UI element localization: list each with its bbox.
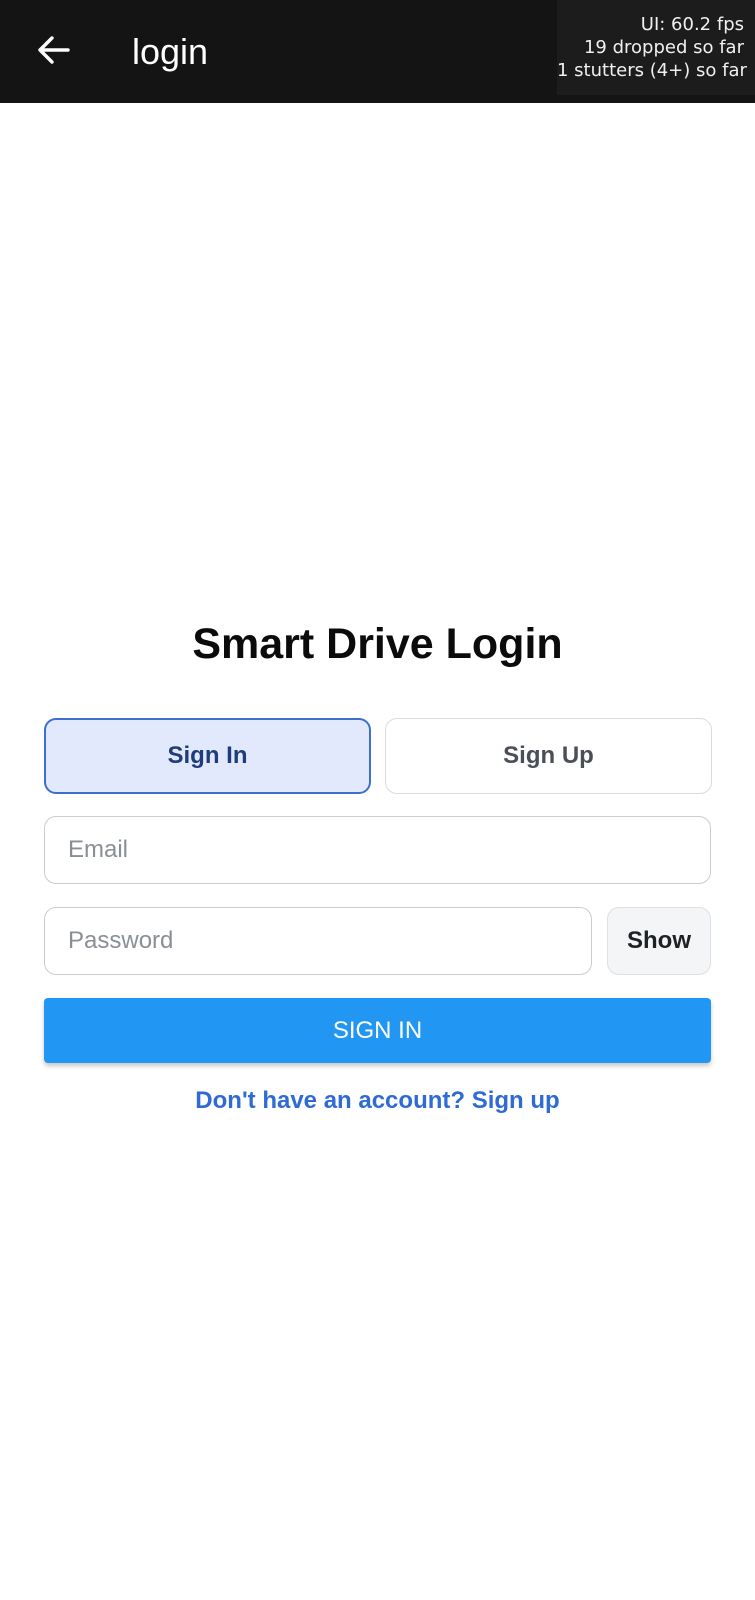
sign-in-button-label: SIGN IN [332,1016,423,1044]
email-input[interactable] [44,816,711,884]
show-password-button[interactable]: Show [607,907,711,975]
show-password-label: Show [627,927,691,954]
app-title: login [132,31,209,72]
sign-in-button[interactable]: SIGN IN [44,998,711,1063]
tab-sign-in[interactable]: Sign In [44,718,371,794]
fps-readout: UI: 60.2 fps [640,14,744,35]
tab-sign-up-label: Sign Up [503,742,594,769]
password-input[interactable] [44,907,592,975]
arrow-left-icon [38,36,70,64]
dropped-frames-readout: 19 dropped so far [583,37,744,58]
tab-sign-in-label: Sign In [167,742,248,769]
sign-up-link[interactable]: Don't have an account? Sign up [0,1087,755,1115]
page-title: Smart Drive Login [192,620,563,668]
performance-overlay: UI: 60.2 fps 19 dropped so far 1 stutter… [557,0,755,95]
app-bar: login UI: 60.2 fps 19 dropped so far 1 s… [0,0,755,103]
tab-sign-up[interactable]: Sign Up [385,718,712,794]
stutters-readout: 1 stutters (4+) so far [557,60,747,81]
back-button[interactable] [30,27,76,73]
